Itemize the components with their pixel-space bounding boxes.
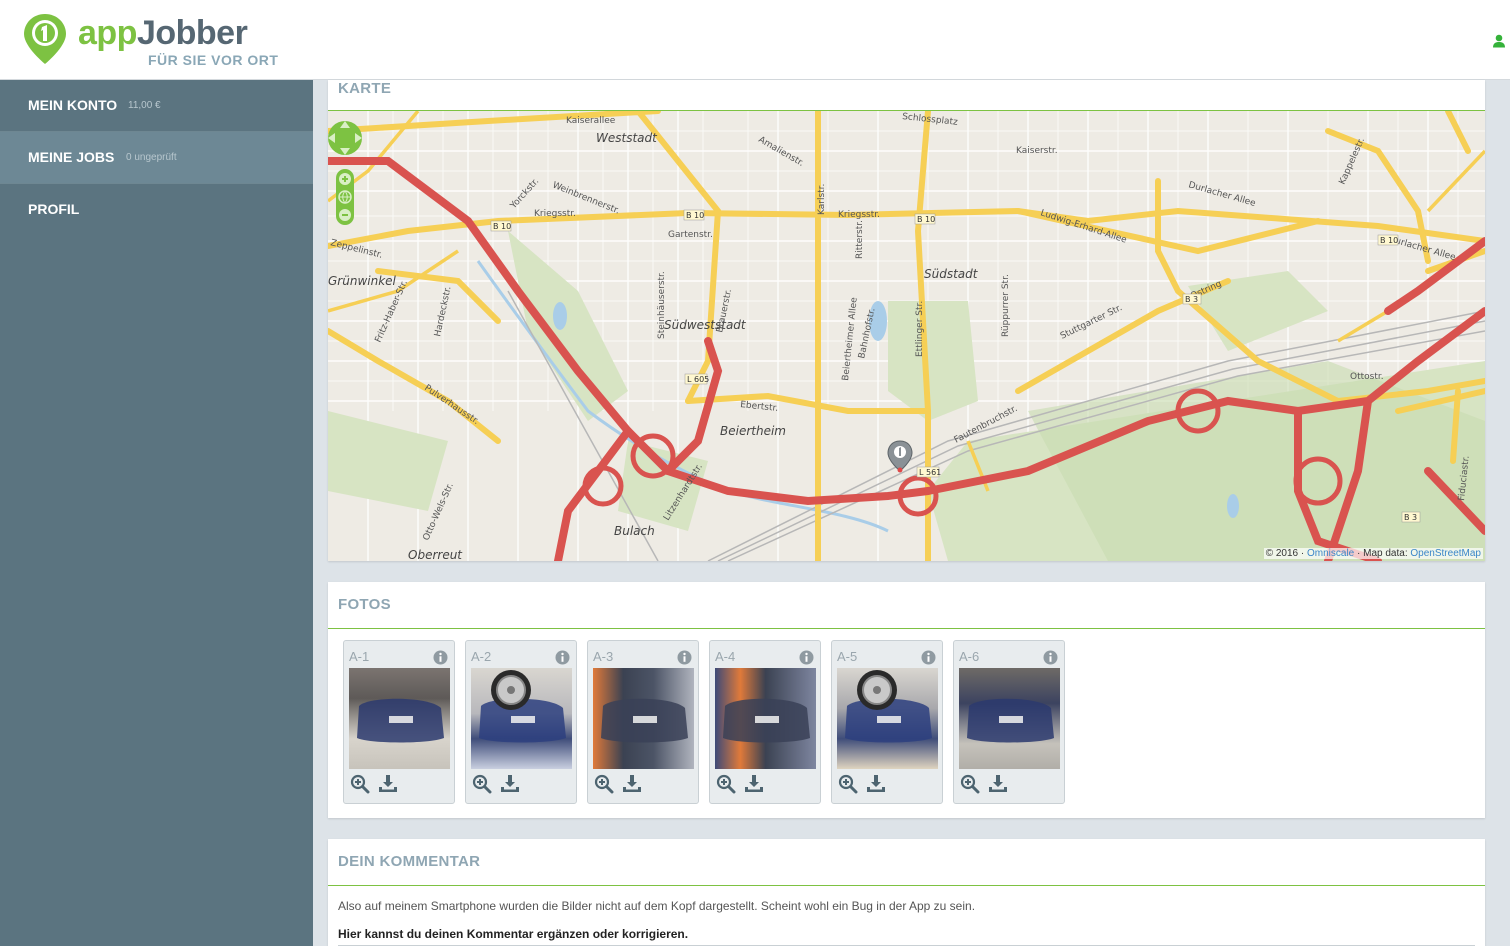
map-label-bulach: Bulach <box>614 524 655 538</box>
map-panel: KARTE Weststadt Südweststadt Südstadt Be… <box>328 80 1485 561</box>
user-icon[interactable] <box>1492 34 1506 48</box>
comment-hint: Hier kannst du deinen Kommentar ergänzen… <box>338 927 689 941</box>
sidebar-item-meine-jobs[interactable]: MEINE JOBS 0 ungeprüft <box>0 132 313 184</box>
map-label-kriegsstr-west: Kriegsstr. <box>534 209 576 219</box>
sidebar-item-mein-konto[interactable]: MEIN KONTO 11,00 € <box>0 80 313 132</box>
map-navigation-control[interactable] <box>328 111 362 226</box>
info-icon[interactable] <box>677 650 692 665</box>
photo-label: A-2 <box>471 649 492 664</box>
comment-panel: DEIN KOMMENTAR Also auf meinem Smartphon… <box>328 839 1485 946</box>
download-icon[interactable] <box>378 774 398 794</box>
sidebar-item-label: MEIN KONTO <box>28 97 118 113</box>
photo-thumbnail[interactable] <box>715 668 816 769</box>
route-shield-b10: B 10 <box>1380 236 1398 245</box>
panel-title-fotos: FOTOS <box>338 596 391 613</box>
route-shield-b3: B 3 <box>1185 295 1198 304</box>
map-label-beiertheim: Beiertheim <box>720 424 786 438</box>
map-label-kaiserallee: Kaiserallee <box>566 116 616 126</box>
sidebar: MEIN KONTO 11,00 € MEINE JOBS 0 ungeprüf… <box>0 80 313 946</box>
route-shield-b10: B 10 <box>917 215 935 224</box>
map-label-suedweststadt: Südweststadt <box>664 318 747 332</box>
download-icon[interactable] <box>500 774 520 794</box>
photo-label: A-6 <box>959 649 980 664</box>
info-icon[interactable] <box>921 650 936 665</box>
photo-label: A-3 <box>593 649 614 664</box>
route-shield-b3: B 3 <box>1404 513 1417 522</box>
download-icon[interactable] <box>988 774 1008 794</box>
unchecked-count: 0 ungeprüft <box>126 152 177 163</box>
route-shield-l605: L 605 <box>687 375 709 384</box>
sidebar-item-profil[interactable]: PROFIL <box>0 184 313 236</box>
photo-thumbnail[interactable] <box>837 668 938 769</box>
photo-card[interactable]: A-1 <box>343 640 455 804</box>
map-label-ottostr: Ottostr. <box>1350 372 1384 382</box>
download-icon[interactable] <box>744 774 764 794</box>
photo-card[interactable]: A-3 <box>587 640 699 804</box>
appjobber-logo[interactable]: appJobber FÜR SIE VOR ORT <box>22 12 282 70</box>
map-label-kaiserstr: Kaiserstr. <box>1016 146 1058 156</box>
map-label-steinhaeuserstr: Steinhäuserstr. <box>657 271 667 339</box>
photo-label: A-1 <box>349 649 370 664</box>
info-icon[interactable] <box>555 650 570 665</box>
panel-title-karte: KARTE <box>338 80 392 97</box>
openstreetmap-link[interactable]: OpenStreetMap <box>1410 548 1481 559</box>
photo-card[interactable]: A-6 <box>953 640 1065 804</box>
map-view[interactable]: Weststadt Südweststadt Südstadt Beierthe… <box>328 111 1485 561</box>
location-pin-icon <box>24 14 66 64</box>
account-balance: 11,00 € <box>128 100 161 111</box>
info-icon[interactable] <box>433 650 448 665</box>
sidebar-item-label: PROFIL <box>28 201 80 217</box>
zoom-in-icon[interactable] <box>838 774 858 794</box>
zoom-in-icon[interactable] <box>350 774 370 794</box>
photo-thumbnail[interactable] <box>471 668 572 769</box>
photos-panel: FOTOS A-1 A-2 A-3 A-4 A-5 A-6 <box>328 582 1485 818</box>
omniscale-link[interactable]: Omniscale <box>1307 548 1354 559</box>
route-shield-b10: B 10 <box>493 222 511 231</box>
map-label-ritterstr: Ritterstr. <box>855 220 865 259</box>
info-icon[interactable] <box>1043 650 1058 665</box>
logo-wordmark: appJobber <box>78 14 248 52</box>
map-label-suedstadt: Südstadt <box>924 267 979 281</box>
photo-thumbnail[interactable] <box>959 668 1060 769</box>
photo-card[interactable]: A-2 <box>465 640 577 804</box>
download-icon[interactable] <box>866 774 886 794</box>
map-label-rueppurrer-str: Rüppurrer Str. <box>1001 274 1011 337</box>
app-header: appJobber FÜR SIE VOR ORT <box>0 0 1510 80</box>
map-label-ettlinger-str: Ettlinger Str. <box>915 301 925 357</box>
zoom-in-icon[interactable] <box>594 774 614 794</box>
map-label-kriegsstr-east: Kriegsstr. <box>838 210 880 220</box>
zoom-in-icon[interactable] <box>716 774 736 794</box>
panel-divider <box>328 885 1485 886</box>
map-label-weststadt: Weststadt <box>596 131 658 145</box>
zoom-in-icon[interactable] <box>472 774 492 794</box>
download-icon[interactable] <box>622 774 642 794</box>
photo-label: A-4 <box>715 649 736 664</box>
photo-card[interactable]: A-4 <box>709 640 821 804</box>
zoom-in-icon[interactable] <box>960 774 980 794</box>
photo-label: A-5 <box>837 649 858 664</box>
map-label-oberreut: Oberreut <box>408 548 463 561</box>
sidebar-item-label: MEINE JOBS <box>28 149 115 165</box>
map-canvas: Weststadt Südweststadt Südstadt Beierthe… <box>328 111 1485 561</box>
route-shield-l561: L 561 <box>919 468 941 477</box>
photo-card[interactable]: A-5 <box>831 640 943 804</box>
panel-title-dein-kommentar: DEIN KOMMENTAR <box>338 853 481 870</box>
map-attribution: © 2016 · Omniscale · Map data: OpenStree… <box>1263 548 1483 559</box>
photo-thumbnail[interactable] <box>349 668 450 769</box>
map-label-gartenstr: Gartenstr. <box>668 230 713 240</box>
photo-thumbnail[interactable] <box>593 668 694 769</box>
route-shield-b10: B 10 <box>686 211 704 220</box>
comment-text: Also auf meinem Smartphone wurden die Bi… <box>338 899 976 913</box>
logo-subtitle: FÜR SIE VOR ORT <box>148 52 279 68</box>
info-icon[interactable] <box>799 650 814 665</box>
panel-divider <box>328 628 1485 629</box>
map-label-gruenwinkel: Grünwinkel <box>328 274 397 288</box>
map-label-karlstr: Karlstr. <box>817 184 827 215</box>
